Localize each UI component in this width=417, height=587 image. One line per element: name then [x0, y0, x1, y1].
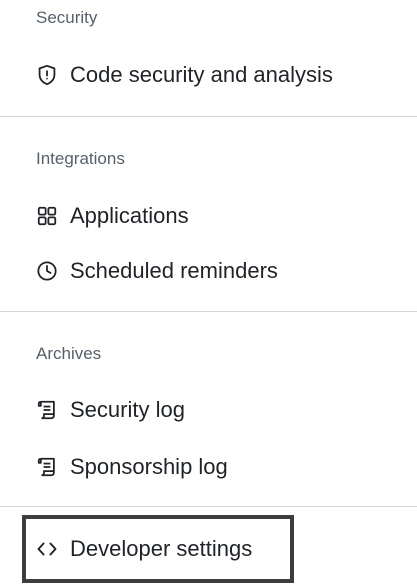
section-heading-archives: Archives — [36, 344, 102, 363]
sidebar-item-label: Scheduled reminders — [70, 258, 278, 283]
sidebar-item-applications[interactable]: Applications — [36, 198, 189, 234]
sidebar-item-label: Developer settings — [70, 536, 253, 561]
apps-grid-icon — [36, 205, 58, 227]
code-icon — [36, 538, 58, 560]
log-icon — [36, 456, 58, 478]
sidebar-item-label: Applications — [70, 203, 189, 228]
section-heading-integrations: Integrations — [36, 149, 125, 168]
shield-icon — [36, 64, 58, 86]
sidebar-item-code-security-and-analysis[interactable]: Code security and analysis — [36, 57, 333, 93]
settings-sidebar: Security Code security and analysis Inte… — [0, 0, 417, 587]
clock-icon — [36, 260, 58, 282]
sidebar-item-scheduled-reminders[interactable]: Scheduled reminders — [36, 253, 278, 289]
sidebar-item-label: Code security and analysis — [70, 62, 333, 87]
section-heading-security: Security — [36, 8, 98, 27]
sidebar-item-label: Sponsorship log — [70, 454, 228, 479]
section-divider — [0, 116, 417, 117]
sidebar-item-label: Security log — [70, 397, 185, 422]
sidebar-item-developer-settings[interactable]: Developer settings — [36, 531, 252, 567]
sidebar-item-security-log[interactable]: Security log — [36, 392, 185, 428]
section-divider — [0, 311, 417, 312]
sidebar-item-sponsorship-log[interactable]: Sponsorship log — [36, 449, 228, 485]
log-icon — [36, 399, 58, 421]
section-divider — [0, 506, 417, 507]
